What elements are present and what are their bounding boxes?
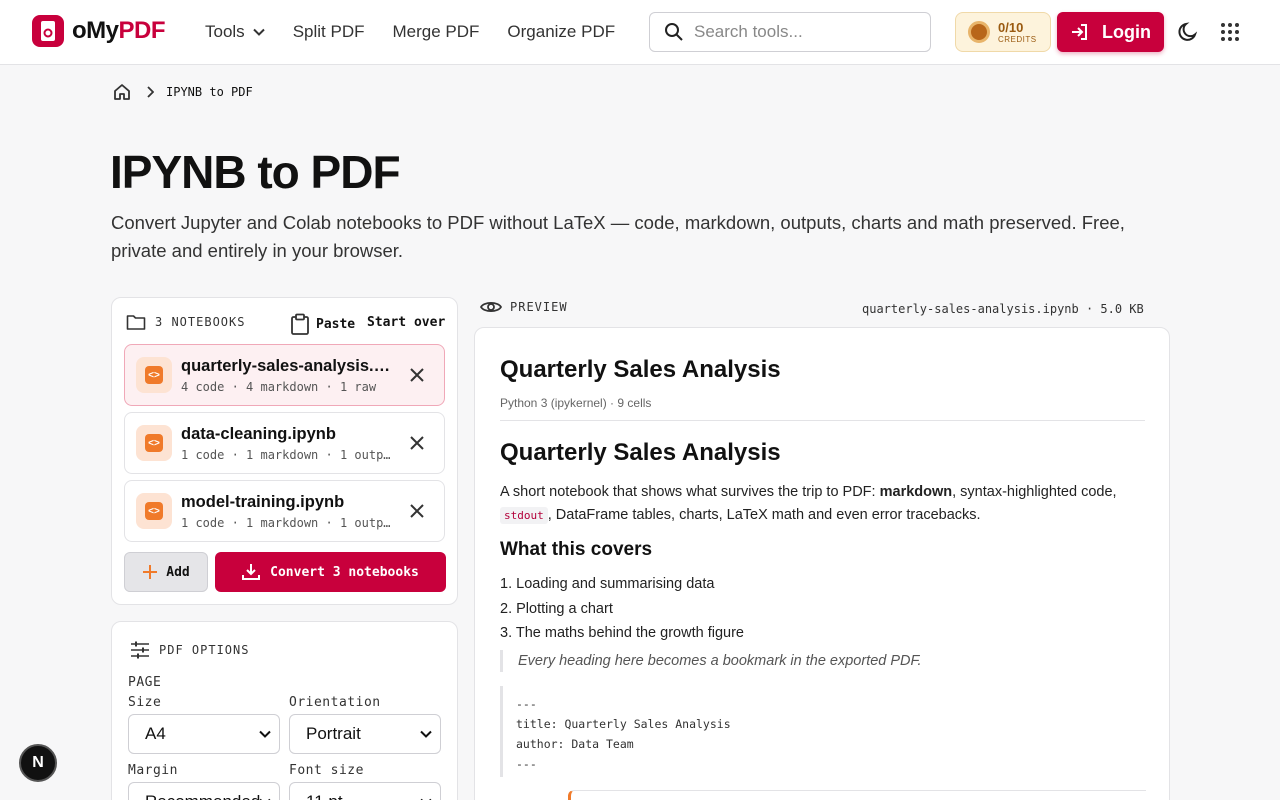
page-title: IPYNB to PDF	[110, 146, 401, 198]
inline-code: stdout	[500, 507, 548, 524]
pdf-options-header: PDF OPTIONS	[130, 641, 249, 659]
breadcrumb: IPYNB to PDF	[112, 82, 253, 102]
nav-merge-pdf[interactable]: Merge PDF	[392, 22, 479, 42]
add-button[interactable]: Add	[124, 552, 208, 592]
search-input[interactable]	[694, 22, 914, 42]
login-button[interactable]: Login	[1057, 12, 1164, 52]
code-file-icon: <>	[136, 493, 172, 529]
download-icon	[242, 564, 261, 580]
document-title: Quarterly Sales Analysis	[500, 356, 781, 383]
dark-mode-icon[interactable]	[1177, 21, 1199, 43]
nav-tools[interactable]: Tools	[205, 22, 265, 42]
pdf-options-panel: PDF OPTIONS PAGE Size Orientation A4 Por…	[111, 621, 458, 800]
search-box	[649, 12, 931, 52]
brand-name: oMyPDF	[72, 17, 165, 44]
nav-split-pdf[interactable]: Split PDF	[293, 22, 365, 42]
notebooks-panel: 3 NOTEBOOKS Paste Start over <> quarterl…	[111, 297, 458, 605]
credits-badge[interactable]: 0/10 CREDITS	[955, 12, 1051, 52]
search-icon	[665, 23, 683, 41]
close-icon[interactable]	[408, 366, 426, 384]
markdown-heading-2: What this covers	[500, 539, 653, 560]
notebook-name: quarterly-sales-analysis.ipynb	[181, 357, 393, 375]
margin-select[interactable]: Recommended	[128, 782, 280, 800]
convert-button[interactable]: Convert 3 notebooks	[215, 552, 446, 592]
blockquote: Every heading here becomes a bookmark in…	[500, 650, 922, 672]
dev-tools-badge[interactable]: N	[19, 744, 57, 782]
preview-header: PREVIEW	[480, 299, 568, 315]
notebook-meta: 1 code · 1 markdown · 1 output	[181, 516, 393, 530]
notebook-name: data-cleaning.ipynb	[181, 425, 336, 443]
code-cell	[568, 790, 1146, 800]
notebook-meta: 1 code · 1 markdown · 1 output	[181, 448, 393, 462]
list-item: 3. The maths behind the growth figure	[500, 625, 744, 641]
chevron-down-icon	[420, 730, 432, 738]
coin-icon	[968, 21, 990, 43]
font-size-label: Font size	[289, 763, 364, 778]
logo-icon	[32, 15, 64, 47]
orientation-label: Orientation	[289, 695, 381, 710]
raw-line: title: Quarterly Sales Analysis	[516, 717, 731, 731]
home-icon[interactable]	[112, 82, 132, 102]
apps-grid-icon[interactable]	[1220, 22, 1240, 42]
notebook-item[interactable]: <> quarterly-sales-analysis.ipynb 4 code…	[124, 344, 445, 406]
raw-line: ---	[516, 757, 537, 771]
main-nav: Tools Split PDF Merge PDF Organize PDF	[205, 22, 643, 42]
list-item: 2. Plotting a chart	[500, 600, 613, 617]
close-icon[interactable]	[408, 502, 426, 520]
plus-icon	[143, 565, 158, 579]
clipboard-icon	[291, 313, 309, 335]
top-header: oMyPDF Tools Split PDF Merge PDF Organiz…	[0, 0, 1280, 65]
paste-button[interactable]: Paste	[290, 313, 355, 335]
nav-organize-pdf[interactable]: Organize PDF	[507, 22, 615, 42]
notebook-item[interactable]: <> data-cleaning.ipynb 1 code · 1 markdo…	[124, 412, 445, 474]
size-label: Size	[128, 695, 162, 710]
divider	[500, 420, 1145, 421]
page-section-label: PAGE	[128, 675, 162, 690]
notebook-name: model-training.ipynb	[181, 493, 345, 511]
eye-icon	[480, 301, 502, 313]
start-over-button[interactable]: Start over	[367, 315, 445, 330]
notebook-item[interactable]: <> model-training.ipynb 1 code · 1 markd…	[124, 480, 445, 542]
notebook-meta: 4 code · 4 markdown · 1 raw	[181, 380, 377, 394]
margin-label: Margin	[128, 763, 178, 778]
close-icon[interactable]	[408, 434, 426, 452]
chevron-down-icon	[252, 28, 265, 36]
raw-cell: --- title: Quarterly Sales Analysis auth…	[500, 686, 1145, 777]
ordered-list: 1. Loading and summarising data 2. Plott…	[500, 572, 744, 646]
chevron-down-icon	[259, 730, 271, 738]
chevron-right-icon	[147, 86, 154, 98]
code-file-icon: <>	[136, 425, 172, 461]
markdown-heading-1: Quarterly Sales Analysis	[500, 439, 781, 466]
brand-logo[interactable]: oMyPDF	[32, 15, 165, 47]
sliders-icon	[131, 641, 149, 659]
document-meta: Python 3 (ipykernel) · 9 cells	[500, 396, 652, 410]
credits-label: CREDITS	[998, 34, 1037, 44]
orientation-select[interactable]: Portrait	[289, 714, 441, 754]
markdown-paragraph: A short notebook that shows what survive…	[500, 484, 1117, 524]
font-size-select[interactable]: 11 pt	[289, 782, 441, 800]
folder-icon	[126, 315, 146, 330]
raw-line: ---	[516, 697, 537, 711]
size-select[interactable]: A4	[128, 714, 280, 754]
credits-value: 0/10	[998, 19, 1024, 35]
preview-file-info: quarterly-sales-analysis.ipynb · 5.0 KB	[862, 302, 1144, 316]
code-file-icon: <>	[136, 357, 172, 393]
breadcrumb-current: IPYNB to PDF	[166, 85, 253, 99]
list-item: 1. Loading and summarising data	[500, 576, 715, 592]
login-icon	[1072, 24, 1087, 40]
preview-document: Quarterly Sales Analysis Python 3 (ipyke…	[474, 327, 1170, 800]
notebooks-count: 3 NOTEBOOKS	[155, 315, 246, 329]
page-subtitle: Convert Jupyter and Colab notebooks to P…	[111, 212, 1125, 261]
raw-line: author: Data Team	[516, 737, 634, 751]
